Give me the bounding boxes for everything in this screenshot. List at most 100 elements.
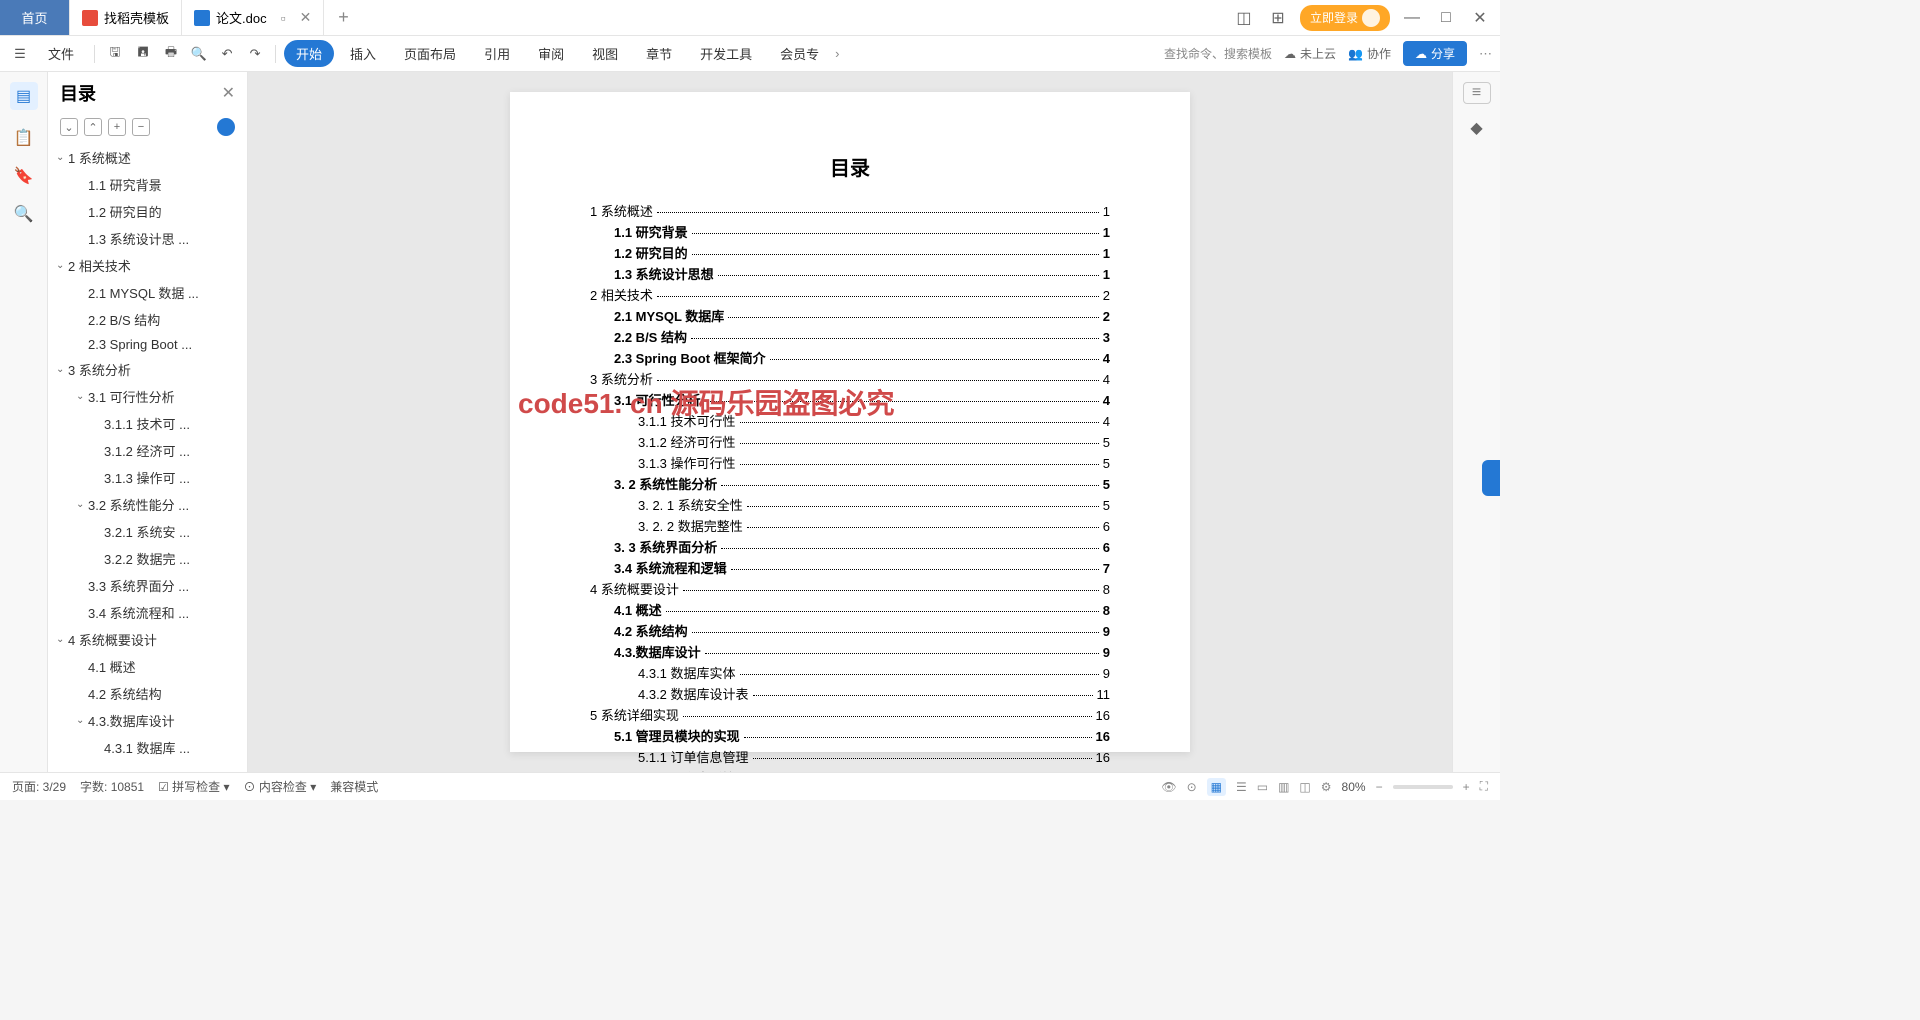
outline-item[interactable]: 3.3 系统界面分 ... [48,572,247,599]
outline-item[interactable]: 4.1 概述 [48,653,247,680]
toc-entry[interactable]: 3.4 系统流程和逻辑7 [590,558,1110,577]
toc-entry[interactable]: 4.2 系统结构9 [590,621,1110,640]
menu-overflow-icon[interactable]: ⋯ [1479,46,1492,62]
menu-view[interactable]: 视图 [580,40,630,67]
toc-entry[interactable]: 3. 2 系统性能分析5 [590,474,1110,493]
undo-icon[interactable]: ↶ [215,42,239,66]
add-icon[interactable]: + [108,118,126,136]
web-view-icon[interactable]: ▥ [1278,780,1289,794]
zoom-level[interactable]: 80% [1342,780,1366,794]
toc-entry[interactable]: 5.1.1 订单信息管理16 [590,747,1110,766]
toc-entry[interactable]: 1.2 研究目的1 [590,243,1110,262]
document-viewport[interactable]: 目录 1 系统概述11.1 研究背景11.2 研究目的11.3 系统设计思想12… [248,72,1452,772]
toc-entry[interactable]: 3. 2. 1 系统安全性5 [590,495,1110,514]
outline-item[interactable]: ⌄3.2 系统性能分 ... [48,491,247,518]
outline-item[interactable]: ⌄4.3.数据库设计 [48,707,247,734]
side-tab-button[interactable] [1482,460,1500,496]
toc-entry[interactable]: 4.3.1 数据库实体9 [590,663,1110,682]
save-as-icon[interactable]: 🖪 [131,42,155,66]
search-rail-icon[interactable]: 🔍 [14,204,34,224]
word-count[interactable]: 字数: 10851 [80,778,144,795]
menu-more-icon[interactable]: › [835,46,839,61]
fullscreen-icon[interactable]: ⛶ [1480,779,1488,794]
tab-templates[interactable]: 找稻壳模板 [70,0,182,35]
tab-document[interactable]: 论文.doc ▫ ✕ [182,0,324,35]
tab-add-button[interactable]: + [324,0,363,35]
page-indicator[interactable]: 页面: 3/29 [12,778,66,795]
bookmark-rail-icon[interactable]: 🔖 [14,166,34,186]
clipboard-rail-icon[interactable]: 📋 [14,128,34,148]
menu-member[interactable]: 会员专 [768,40,831,67]
outline-item[interactable]: ⌄3 系统分析 [48,356,247,383]
read-view-icon[interactable]: ▭ [1257,780,1268,794]
zoom-in-icon[interactable]: + [1463,780,1470,794]
toc-entry[interactable]: 3.1.2 经济可行性5 [590,432,1110,451]
outline-item[interactable]: ⌄3.1 可行性分析 [48,383,247,410]
toc-entry[interactable]: 5.1 管理员模块的实现16 [590,726,1110,745]
tab-home[interactable]: 首页 [0,0,70,35]
settings-icon[interactable]: ⚙ [1321,780,1332,794]
login-button[interactable]: 立即登录 [1300,5,1390,31]
remove-icon[interactable]: − [132,118,150,136]
toc-entry[interactable]: 2.3 Spring Boot 框架简介4 [590,348,1110,367]
collapse-all-icon[interactable]: ⌄ [60,118,78,136]
expand-all-icon[interactable]: ⌃ [84,118,102,136]
outline-item[interactable]: 3.1.3 操作可 ... [48,464,247,491]
close-button[interactable]: ✕ [1468,8,1492,28]
outline-close-icon[interactable]: ✕ [222,83,235,103]
outline-item[interactable]: ⌄4 系统概要设计 [48,626,247,653]
toc-entry[interactable]: 2 相关技术2 [590,285,1110,304]
toc-entry[interactable]: 2.2 B/S 结构3 [590,327,1110,346]
toc-entry[interactable]: 3. 3 系统界面分析6 [590,537,1110,556]
page-view-icon[interactable]: ▦ [1207,778,1226,796]
menu-start[interactable]: 开始 [284,40,334,67]
collab-button[interactable]: 👥 协作 [1348,45,1391,62]
tab-window-icon[interactable]: ▫ [281,10,286,26]
minimize-button[interactable]: — [1400,9,1424,27]
content-check-button[interactable]: ⊙ 内容检查 ▾ [244,778,317,795]
outline-item[interactable]: 4.2 系统结构 [48,680,247,707]
toc-entry[interactable]: 5.1.2 屋主申诉管理17 [590,768,1110,772]
toc-entry[interactable]: 3.1.1 技术可行性4 [590,411,1110,430]
outline-item[interactable]: ⌄2 相关技术 [48,252,247,279]
zoom-slider[interactable] [1393,785,1453,789]
outline-item[interactable]: 3.4 系统流程和 ... [48,599,247,626]
outline-tree[interactable]: ⌄1 系统概述1.1 研究背景1.2 研究目的1.3 系统设计思 ...⌄2 相… [48,144,247,772]
outline-item[interactable]: 1.2 研究目的 [48,198,247,225]
outline-item[interactable]: 2.1 MYSQL 数据 ... [48,279,247,306]
menu-review[interactable]: 审阅 [526,40,576,67]
split-view-icon[interactable]: ◫ [1299,780,1310,794]
redo-icon[interactable]: ↷ [243,42,267,66]
toc-entry[interactable]: 5 系统详细实现16 [590,705,1110,724]
search-input[interactable]: 查找命令、搜索模板 [1164,45,1272,62]
menu-layout[interactable]: 页面布局 [392,40,468,67]
toc-entry[interactable]: 2.1 MYSQL 数据库2 [590,306,1110,325]
toc-entry[interactable]: 3.1.3 操作可行性5 [590,453,1110,472]
toc-entry[interactable]: 4.3.数据库设计9 [590,642,1110,661]
toc-entry[interactable]: 4.3.2 数据库设计表11 [590,684,1110,703]
toc-entry[interactable]: 3.1 可行性分析4 [590,390,1110,409]
outline-item[interactable]: 3.2.1 系统安 ... [48,518,247,545]
diamond-rail-icon[interactable]: ◆ [1467,118,1487,138]
toc-entry[interactable]: 1.3 系统设计思想1 [590,264,1110,283]
apps-icon[interactable]: ⊞ [1266,8,1290,28]
maximize-button[interactable]: □ [1434,9,1458,27]
spellcheck-button[interactable]: ☑ 拼写检查 ▾ [158,778,229,795]
preview-icon[interactable]: 🔍 [187,42,211,66]
outline-item[interactable]: 4.3.1 数据库 ... [48,734,247,761]
outline-item[interactable]: 3.1.2 经济可 ... [48,437,247,464]
hamburger-icon[interactable]: ☰ [8,42,32,66]
menu-reference[interactable]: 引用 [472,40,522,67]
outline-item[interactable]: ⌄1 系统概述 [48,144,247,171]
outline-item[interactable]: 1.1 研究背景 [48,171,247,198]
toc-entry[interactable]: 4 系统概要设计8 [590,579,1110,598]
panel-toggle-icon[interactable]: ≡ [1463,82,1491,104]
menu-file[interactable]: 文件 [36,40,86,67]
menu-chapter[interactable]: 章节 [634,40,684,67]
eye-icon[interactable]: 👁 [1161,780,1176,794]
outline-item[interactable]: 3.1.1 技术可 ... [48,410,247,437]
toc-entry[interactable]: 3. 2. 2 数据完整性6 [590,516,1110,535]
share-button[interactable]: ☁ 分享 [1403,41,1467,66]
toc-entry[interactable]: 1.1 研究背景1 [590,222,1110,241]
save-icon[interactable]: 🖫 [103,42,127,66]
